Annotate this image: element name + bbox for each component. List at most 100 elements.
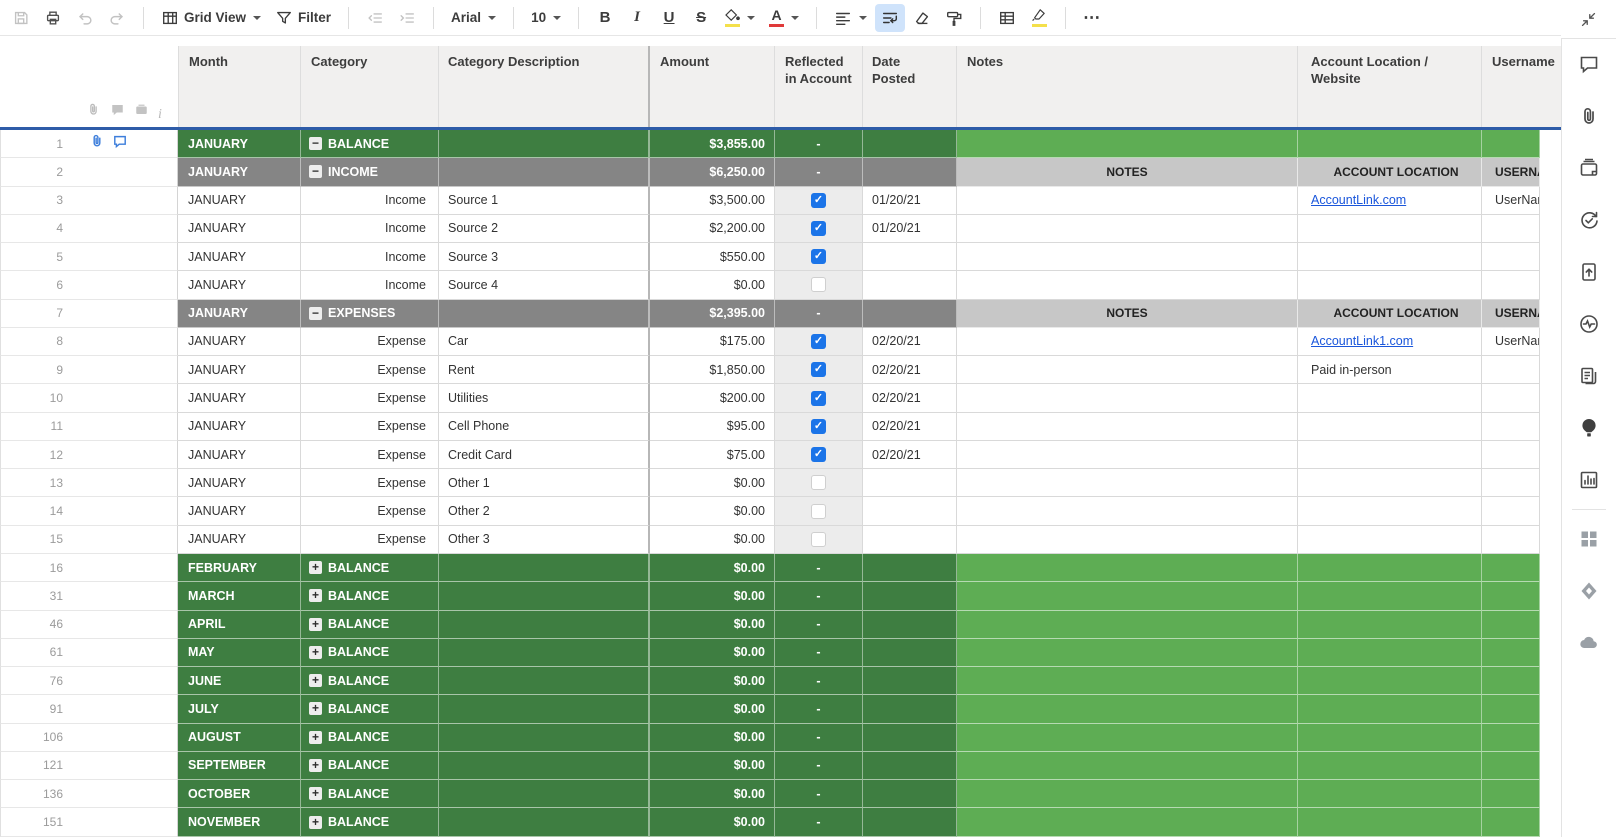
column-header-description[interactable]: Category Description <box>439 46 650 127</box>
premium-diamond-icon[interactable] <box>1578 580 1600 602</box>
cell-description[interactable] <box>439 158 650 186</box>
cell-month[interactable]: JANUARY <box>178 497 301 525</box>
cell-reflected-in-account[interactable]: - <box>775 667 863 695</box>
cell-month[interactable]: JANUARY <box>178 384 301 412</box>
cell-description[interactable] <box>439 611 650 639</box>
cell-notes[interactable]: NOTES <box>957 300 1298 328</box>
cell-month[interactable]: JANUARY <box>178 130 301 158</box>
cell-username[interactable] <box>1482 384 1540 412</box>
cell-date-posted[interactable] <box>863 300 957 328</box>
cell-reflected-in-account[interactable] <box>775 526 863 554</box>
cell-amount[interactable]: $0.00 <box>650 271 775 299</box>
cell-date-posted[interactable] <box>863 808 957 836</box>
row-header[interactable]: 13 <box>0 469 178 497</box>
attachments-icon[interactable] <box>1578 105 1600 127</box>
cell-username[interactable] <box>1482 441 1540 469</box>
cell-reflected-in-account[interactable]: ✓ <box>775 356 863 384</box>
borders-button[interactable] <box>992 4 1022 32</box>
cell-date-posted[interactable] <box>863 780 957 808</box>
undo-button[interactable] <box>70 4 100 32</box>
cell-category[interactable]: −INCOME <box>301 158 439 186</box>
cell-username[interactable] <box>1482 695 1540 723</box>
cell-description[interactable] <box>439 130 650 158</box>
cell-amount[interactable]: $0.00 <box>650 639 775 667</box>
cell-date-posted[interactable] <box>863 469 957 497</box>
cell-account-location[interactable] <box>1298 469 1482 497</box>
font-color-button[interactable]: A <box>763 4 805 32</box>
cell-reflected-in-account[interactable] <box>775 469 863 497</box>
cell-category[interactable]: Expense <box>301 469 439 497</box>
fill-color-button[interactable] <box>718 4 761 32</box>
cell-month[interactable]: JANUARY <box>178 413 301 441</box>
cell-month[interactable]: JUNE <box>178 667 301 695</box>
cell-username[interactable]: UserName <box>1482 328 1540 356</box>
expand-toggle-icon[interactable]: + <box>309 674 322 687</box>
cell-date-posted[interactable] <box>863 554 957 582</box>
cell-date-posted[interactable]: 02/20/21 <box>863 384 957 412</box>
collapse-toggle-icon[interactable]: − <box>309 307 322 320</box>
redo-button[interactable] <box>102 4 132 32</box>
summary-pages-icon[interactable] <box>1578 365 1600 387</box>
cell-amount[interactable]: $0.00 <box>650 497 775 525</box>
cell-notes[interactable] <box>957 130 1298 158</box>
row-header[interactable]: 6 <box>0 271 178 299</box>
checkbox-checked[interactable]: ✓ <box>811 193 826 208</box>
cell-notes[interactable]: NOTES <box>957 158 1298 186</box>
cell-reflected-in-account[interactable]: - <box>775 158 863 186</box>
cell-category[interactable]: −EXPENSES <box>301 300 439 328</box>
cell-category[interactable]: +BALANCE <box>301 667 439 695</box>
cell-notes[interactable] <box>957 413 1298 441</box>
cell-reflected-in-account[interactable]: - <box>775 639 863 667</box>
cell-notes[interactable] <box>957 469 1298 497</box>
row-header[interactable]: 9 <box>0 356 178 384</box>
cell-account-location[interactable] <box>1298 526 1482 554</box>
feedback-cloud-icon[interactable] <box>1578 632 1600 654</box>
cell-account-location[interactable] <box>1298 271 1482 299</box>
cell-description[interactable]: Other 1 <box>439 469 650 497</box>
row-header[interactable]: 14 <box>0 497 178 525</box>
cell-date-posted[interactable]: 01/20/21 <box>863 215 957 243</box>
cell-account-location[interactable] <box>1298 384 1482 412</box>
cell-reflected-in-account[interactable]: ✓ <box>775 384 863 412</box>
activity-log-icon[interactable] <box>1578 313 1600 335</box>
cell-amount[interactable]: $175.00 <box>650 328 775 356</box>
cell-date-posted[interactable]: 02/20/21 <box>863 413 957 441</box>
cell-description[interactable] <box>439 752 650 780</box>
cell-date-posted[interactable]: 02/20/21 <box>863 441 957 469</box>
cell-date-posted[interactable] <box>863 752 957 780</box>
row-comment-icon[interactable] <box>112 133 128 154</box>
cell-account-location[interactable]: AccountLink1.com <box>1298 328 1482 356</box>
checkbox-checked[interactable]: ✓ <box>811 447 826 462</box>
cell-notes[interactable] <box>957 667 1298 695</box>
cell-notes[interactable] <box>957 611 1298 639</box>
expand-toggle-icon[interactable]: + <box>309 618 322 631</box>
view-selector-button[interactable]: Grid View <box>155 4 267 32</box>
row-header[interactable]: 46 <box>0 611 178 639</box>
cell-description[interactable] <box>439 667 650 695</box>
cell-account-location[interactable] <box>1298 497 1482 525</box>
cell-reflected-in-account[interactable] <box>775 271 863 299</box>
cell-description[interactable] <box>439 808 650 836</box>
cell-description[interactable] <box>439 582 650 610</box>
filter-button[interactable]: Filter <box>269 4 337 32</box>
cell-reflected-in-account[interactable]: ✓ <box>775 441 863 469</box>
cell-amount[interactable]: $6,250.00 <box>650 158 775 186</box>
cell-account-location[interactable] <box>1298 667 1482 695</box>
cell-notes[interactable] <box>957 639 1298 667</box>
cell-category[interactable]: +BALANCE <box>301 582 439 610</box>
cell-amount[interactable]: $200.00 <box>650 384 775 412</box>
tour-balloon-icon[interactable] <box>1578 417 1600 439</box>
cell-username[interactable] <box>1482 497 1540 525</box>
cell-description[interactable] <box>439 724 650 752</box>
cell-account-location[interactable] <box>1298 780 1482 808</box>
cell-username[interactable] <box>1482 639 1540 667</box>
cell-username[interactable] <box>1482 215 1540 243</box>
cell-amount[interactable]: $0.00 <box>650 752 775 780</box>
cell-date-posted[interactable] <box>863 271 957 299</box>
cell-amount[interactable]: $0.00 <box>650 780 775 808</box>
cell-account-location[interactable]: Paid in-person <box>1298 356 1482 384</box>
cell-notes[interactable] <box>957 752 1298 780</box>
cell-account-location[interactable] <box>1298 639 1482 667</box>
cell-reflected-in-account[interactable]: ✓ <box>775 328 863 356</box>
cell-category[interactable]: Expense <box>301 413 439 441</box>
